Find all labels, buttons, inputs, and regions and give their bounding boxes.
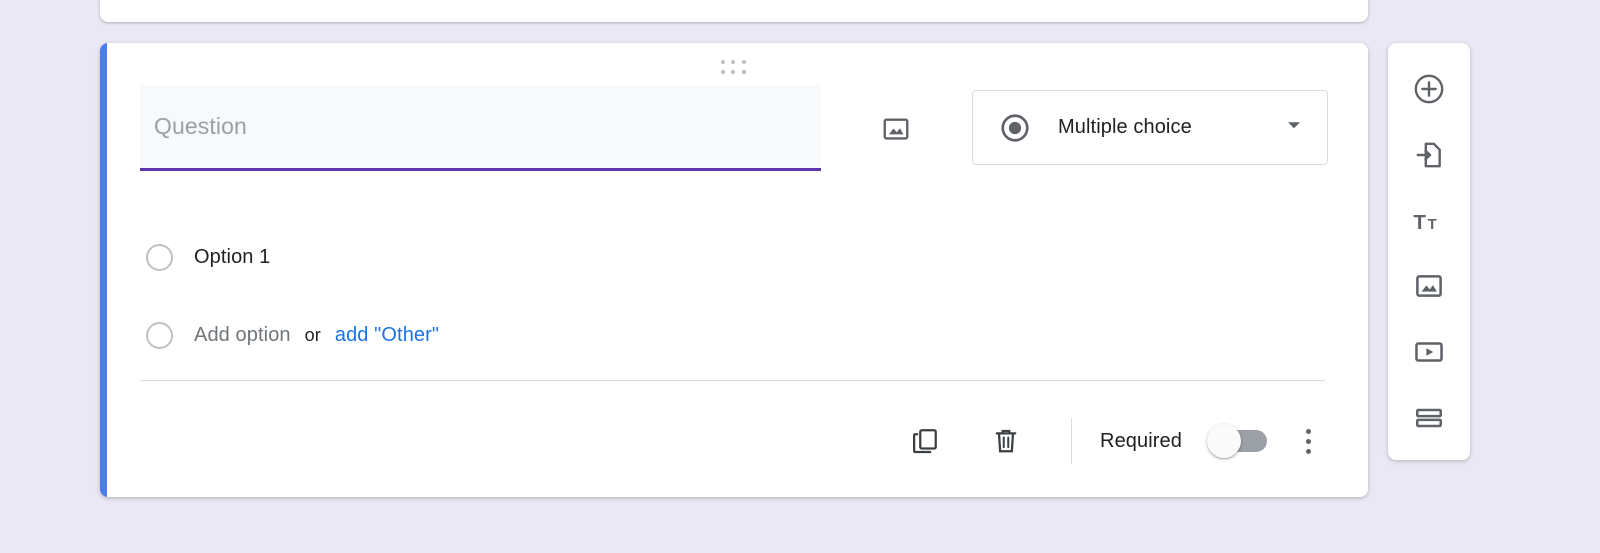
drag-dot	[721, 60, 725, 64]
drag-dot	[731, 60, 736, 64]
previous-question-card[interactable]	[100, 0, 1368, 22]
required-toggle[interactable]	[1207, 424, 1267, 458]
question-header-row: Question Multiple choice	[140, 85, 1329, 185]
copy-icon	[913, 429, 937, 454]
sidebar-item-add-title[interactable]: T T	[1405, 197, 1453, 245]
sidebar-item-add-video[interactable]	[1405, 328, 1453, 376]
delete-question-button[interactable]	[982, 417, 1030, 465]
video-icon	[1415, 342, 1443, 363]
svg-text:T: T	[1428, 216, 1437, 232]
section-icon	[1416, 408, 1443, 428]
question-title-input[interactable]: Question	[140, 85, 822, 171]
chevron-down-icon	[1283, 114, 1305, 141]
drag-dot	[741, 69, 746, 74]
sidebar-item-add-question[interactable]	[1405, 65, 1453, 113]
svg-text:T: T	[1413, 210, 1426, 233]
image-icon	[883, 118, 909, 140]
add-option-button[interactable]: Add option	[194, 324, 291, 347]
duplicate-question-button[interactable]	[901, 417, 949, 465]
add-item-toolbar: T T	[1388, 43, 1470, 460]
question-type-select[interactable]: Multiple choice	[972, 90, 1329, 165]
option-row[interactable]: Option 1	[140, 238, 1328, 276]
question-placeholder: Question	[154, 113, 247, 139]
trash-icon	[995, 429, 1017, 453]
add-circle-icon	[1414, 74, 1444, 104]
add-option-row[interactable]: Add option or add "Other"	[140, 316, 1328, 354]
sidebar-item-import-questions[interactable]	[1405, 131, 1453, 179]
sidebar-item-add-image[interactable]	[1405, 262, 1453, 310]
question-type-label: Multiple choice	[1058, 116, 1192, 138]
kebab-dot	[1305, 428, 1311, 434]
radio-unselected-icon	[146, 321, 173, 349]
drag-dot	[741, 60, 746, 64]
required-label: Required	[1100, 429, 1182, 452]
add-image-to-question-button[interactable]	[873, 105, 919, 153]
radio-unselected-icon	[146, 243, 173, 271]
drag-dot	[721, 69, 725, 74]
drag-handle[interactable]	[721, 60, 747, 75]
add-other-option-link[interactable]: add "Other"	[335, 324, 439, 347]
kebab-dot	[1305, 448, 1311, 454]
drag-dot	[731, 69, 736, 74]
kebab-dot	[1305, 438, 1311, 444]
import-questions-icon	[1416, 142, 1441, 168]
or-separator-label: or	[304, 324, 321, 345]
title-text-icon: T T	[1413, 210, 1437, 233]
answer-options-list: Option 1 Add option or add "Other"	[140, 238, 1328, 394]
image-icon	[1416, 275, 1442, 298]
radio-button-icon	[999, 112, 1031, 144]
sidebar-item-add-section[interactable]	[1405, 394, 1453, 442]
question-card[interactable]: Question Multiple choice Option 1 Add op…	[100, 43, 1368, 497]
footer-vertical-separator	[1071, 418, 1073, 464]
card-accent-bar	[100, 43, 107, 497]
toggle-knob	[1207, 424, 1241, 458]
option-label[interactable]: Option 1	[194, 246, 270, 269]
question-footer-toolbar: Required	[901, 403, 1325, 479]
more-options-button[interactable]	[1291, 421, 1325, 461]
footer-divider	[140, 380, 1325, 381]
